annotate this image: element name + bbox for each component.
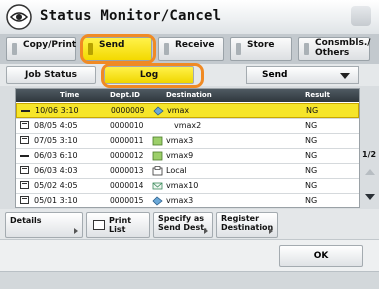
page-title: Status Monitor/Cancel: [40, 8, 222, 24]
tab-send[interactable]: Send: [82, 37, 152, 61]
log-table: Time Dept.ID Destination Result 10/06 3:…: [15, 88, 360, 208]
table-row[interactable]: 07/05 3:10 0000011 vmax3 NG: [16, 133, 359, 148]
table-row[interactable]: 08/05 4:05 0000010 vmax2 NG: [16, 118, 359, 133]
specify-send-dest-button[interactable]: Specify as Send Dest.: [153, 212, 213, 238]
tab-label: Receive: [175, 40, 215, 50]
dropdown-value: Send: [262, 70, 288, 80]
col-result: Result: [305, 91, 331, 99]
table-row[interactable]: 05/01 3:10 0000015 vmax3 NG: [16, 193, 359, 207]
scroll-up-button[interactable]: [363, 165, 377, 179]
tab-receive[interactable]: Receive: [158, 37, 224, 61]
col-dept-id: Dept.ID: [110, 91, 140, 99]
tab-indicator: [12, 43, 17, 55]
line-icon: [21, 110, 30, 112]
tab-label: Store: [247, 40, 275, 50]
tab-label: Copy/Print: [23, 40, 77, 50]
details-button[interactable]: Details: [5, 212, 83, 238]
tab-label: Consmbls./ Others: [315, 38, 371, 58]
arrow-right-icon: [269, 228, 273, 234]
fax-icon: [20, 166, 29, 174]
ok-button[interactable]: OK: [279, 245, 363, 267]
table-row[interactable]: 10/06 3:10 0000009 vmax NG: [16, 103, 359, 118]
tab-indicator: [164, 43, 169, 55]
network-icon: [152, 196, 163, 206]
register-destination-button[interactable]: Register Destination: [216, 212, 278, 238]
tab-indicator: [304, 43, 309, 55]
tab-label: Send: [99, 40, 125, 50]
col-time: Time: [60, 91, 80, 99]
tab-consumables-others[interactable]: Consmbls./ Others: [298, 37, 371, 61]
job-type-dropdown[interactable]: Send: [246, 66, 359, 84]
fax-icon: [20, 136, 29, 144]
tab-indicator: [236, 43, 241, 55]
table-row[interactable]: 06/03 4:03 0000013 Local NG: [16, 163, 359, 178]
table-row[interactable]: 06/03 6:10 0000012 vmax9 NG: [16, 148, 359, 163]
arrow-right-icon: [74, 228, 78, 234]
box-icon: [152, 136, 163, 146]
tab-bar: Copy/Print Send Receive Store Consmbls./…: [0, 34, 379, 64]
printer-icon: [93, 220, 105, 230]
box-icon: [152, 151, 163, 161]
chevron-down-icon: [340, 73, 350, 79]
line-icon: [20, 155, 29, 157]
fax-icon: [152, 166, 163, 176]
status-monitor-icon: [6, 4, 32, 30]
tab-indicator: [88, 43, 93, 55]
scroll-down-button[interactable]: [363, 190, 377, 204]
job-status-button[interactable]: Job Status: [6, 66, 96, 84]
email-icon: [152, 182, 163, 190]
device-status-button[interactable]: [351, 6, 371, 26]
arrow-right-icon: [204, 228, 208, 234]
status-footer: [0, 271, 379, 289]
network-icon: [153, 106, 164, 116]
title-bar: Status Monitor/Cancel: [0, 0, 379, 35]
fax-icon: [20, 196, 29, 204]
action-bar: Details Print List Specify as Send Dest.…: [0, 209, 379, 239]
col-destination: Destination: [166, 91, 212, 99]
print-list-button[interactable]: Print List: [86, 212, 150, 238]
fax-icon: [20, 181, 29, 189]
log-button[interactable]: Log: [104, 66, 194, 84]
table-row[interactable]: 05/02 4:05 0000014 vmax10 NG: [16, 178, 359, 193]
table-header: Time Dept.ID Destination Result: [16, 89, 359, 102]
fax-icon: [20, 121, 29, 129]
tab-store[interactable]: Store: [230, 37, 292, 61]
page-indicator: 1/2: [362, 150, 377, 159]
confirm-bar: OK: [0, 239, 379, 272]
tab-copy-print[interactable]: Copy/Print: [6, 37, 76, 61]
